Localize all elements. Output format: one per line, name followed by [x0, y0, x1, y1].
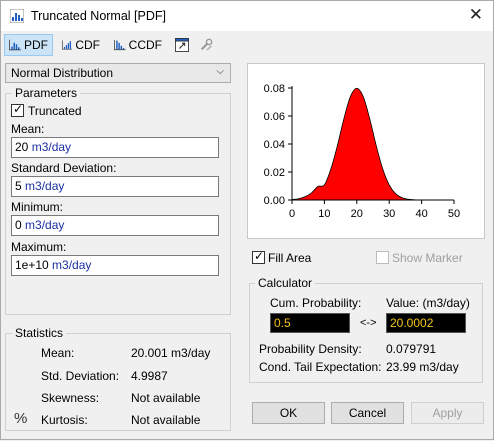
minimum-label: Minimum:	[11, 200, 64, 214]
calculator-legend: Calculator	[255, 276, 316, 290]
y-tick-label: 0.00	[264, 195, 285, 207]
tail-expectation-value: 23.99 m3/day	[386, 360, 459, 374]
pdf-tab-label: PDF	[24, 38, 48, 52]
truncated-label: Truncated	[28, 104, 82, 118]
show-marker-label: Show Marker	[392, 251, 463, 265]
mean-unit: m3/day	[31, 140, 72, 154]
maximum-label: Maximum:	[11, 240, 67, 254]
pdf-chart-icon	[9, 39, 21, 51]
export-window-icon	[175, 38, 189, 52]
stat-label: Kurtosis:	[41, 413, 88, 427]
sd-unit: m3/day	[25, 179, 65, 193]
maximum-value: 1e+10	[15, 258, 49, 272]
ccdf-chart-icon	[114, 39, 126, 51]
x-tick-label: 30	[383, 208, 395, 220]
swap-arrow-icon: <->	[360, 317, 377, 329]
sd-value: 5	[15, 179, 22, 193]
minimum-input[interactable]: 0 m3/day	[11, 215, 219, 236]
cdf-chart-icon	[62, 40, 73, 50]
minimum-value: 0	[15, 218, 22, 232]
stat-value: Not available	[131, 413, 201, 427]
density-label: Probability Density:	[259, 342, 362, 356]
maximum-unit: m3/day	[52, 258, 92, 272]
stat-value: Not available	[131, 391, 201, 405]
x-tick-label: 0	[289, 208, 295, 220]
chevron-down-icon: ⌵	[216, 66, 224, 77]
maximum-input[interactable]: 1e+10 m3/day	[11, 255, 219, 276]
tools-icon	[200, 38, 213, 51]
pdf-tab-button[interactable]: PDF	[4, 34, 53, 56]
check-icon: ✓	[13, 102, 24, 116]
x-tick-label: 10	[318, 208, 330, 220]
title-bar: Truncated Normal [PDF] ✕	[0, 0, 494, 31]
fill-area-checkbox[interactable]: ✓	[252, 249, 265, 264]
value-input[interactable]: 20.0002	[386, 313, 466, 333]
sd-input[interactable]: 5 m3/day	[11, 176, 219, 197]
mean-label: Mean:	[11, 122, 45, 136]
minimum-unit: m3/day	[25, 218, 65, 232]
stat-label: Std. Deviation:	[41, 369, 120, 383]
pdf-chart: 0 10 20 30 40 50 0.00 0.02 0.04 0.06 0.08	[264, 83, 461, 220]
fill-area-label: Fill Area	[268, 251, 312, 265]
check-icon: ✓	[254, 249, 265, 263]
x-tick-label: 50	[448, 208, 460, 220]
window-title: Truncated Normal [PDF]	[31, 9, 166, 23]
export-chart-button[interactable]	[171, 34, 193, 56]
parameters-legend: Parameters	[12, 86, 81, 100]
stat-value: 4.9987	[131, 369, 168, 383]
y-tick-label: 0.06	[264, 111, 285, 123]
mean-input[interactable]: 20 m3/day	[11, 137, 219, 158]
chart-panel: 0 10 20 30 40 50 0.00 0.02 0.04 0.06 0.08	[247, 63, 485, 239]
distribution-select-value: Normal Distribution	[11, 66, 114, 80]
y-tick-label: 0.04	[264, 139, 285, 151]
y-tick-label: 0.02	[264, 167, 285, 179]
show-marker-checkbox[interactable]	[376, 251, 389, 264]
ok-button[interactable]: OK	[252, 402, 325, 424]
sd-label: Standard Deviation:	[11, 161, 117, 175]
statistics-legend: Statistics	[12, 326, 67, 340]
settings-tool-button[interactable]	[195, 34, 217, 56]
ccdf-tab-button[interactable]: CCDF	[110, 34, 166, 56]
stat-label: Mean:	[41, 346, 75, 360]
truncated-checkbox[interactable]: ✓	[11, 102, 24, 117]
stat-value: 20.001 m3/day	[131, 346, 211, 360]
x-tick-label: 20	[351, 208, 363, 220]
cdf-tab-label: CDF	[75, 38, 100, 52]
stat-label: Skewness:	[41, 391, 100, 405]
pdf-area-series	[291, 87, 422, 201]
close-button[interactable]: ✕	[469, 5, 483, 25]
distribution-select[interactable]: Normal Distribution ⌵	[5, 63, 231, 83]
cum-prob-label: Cum. Probability:	[270, 296, 362, 310]
ccdf-tab-label: CCDF	[128, 38, 162, 52]
apply-button[interactable]: Apply	[411, 402, 484, 424]
cum-prob-input[interactable]: 0.5	[270, 313, 350, 333]
cdf-tab-button[interactable]: CDF	[58, 34, 104, 56]
app-icon	[10, 9, 24, 23]
value-label: Value: (m3/day)	[386, 296, 470, 310]
density-value: 0.079791	[386, 342, 437, 356]
x-tick-label: 40	[415, 208, 427, 220]
cancel-button[interactable]: Cancel	[331, 402, 404, 424]
y-tick-label: 0.08	[264, 83, 285, 95]
tail-expectation-label: Cond. Tail Expectation:	[259, 360, 382, 374]
toolbar: PDF CDF CCDF	[0, 32, 494, 58]
mean-value: 20	[15, 140, 29, 154]
percent-icon: %	[14, 410, 28, 427]
